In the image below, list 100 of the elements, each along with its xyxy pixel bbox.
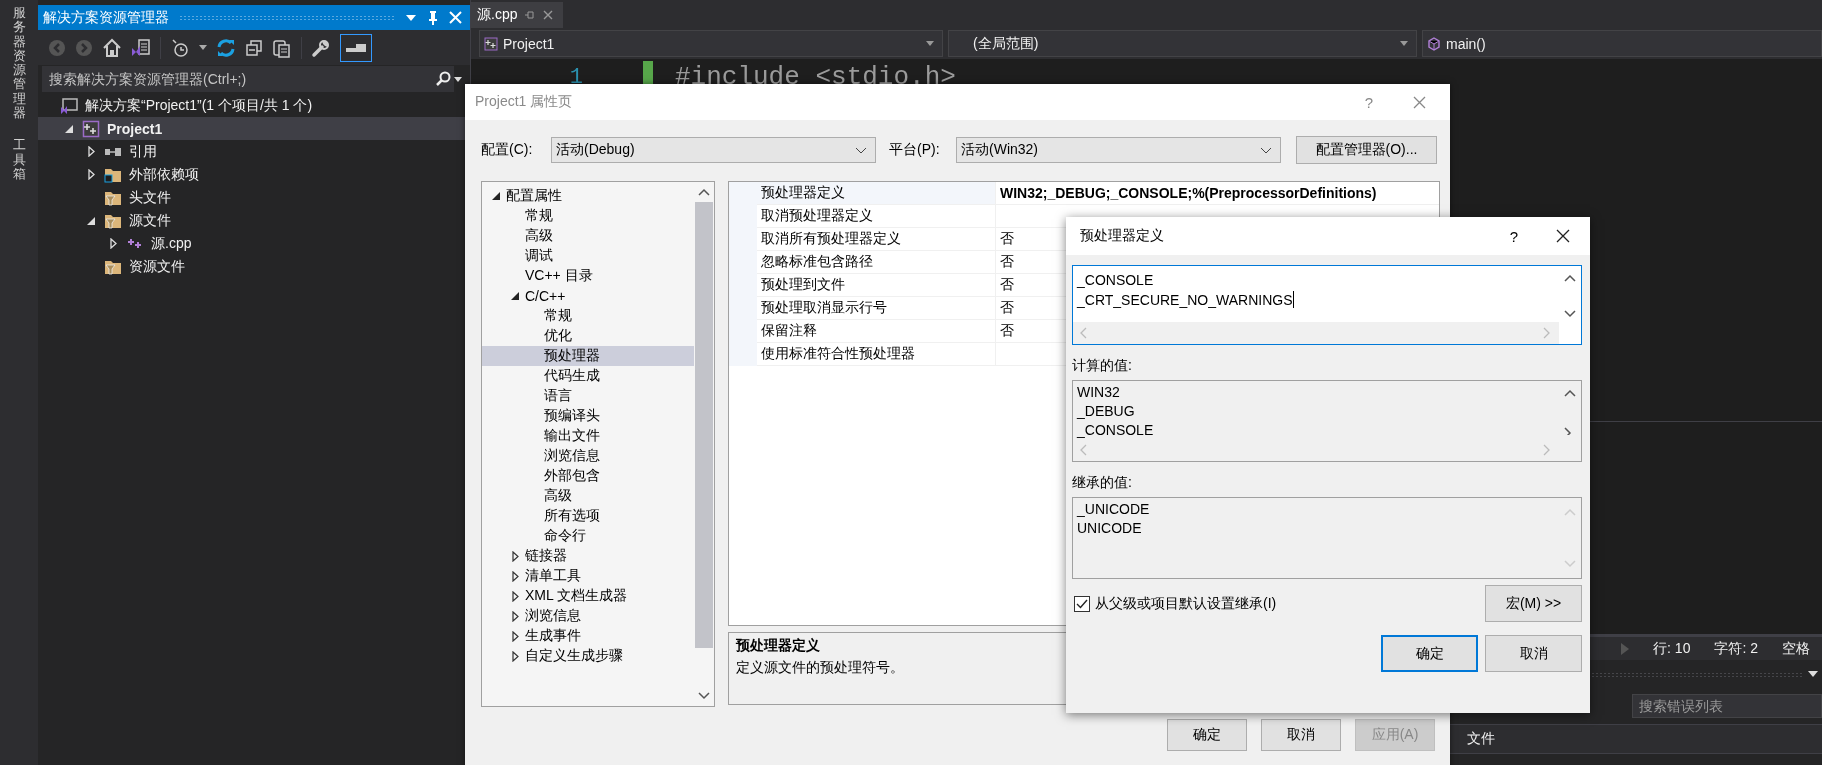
dialog-button[interactable]: 确定 [1167,719,1247,751]
definitions-field[interactable]: _CONSOLE _CRT_SECURE_NO_WARNINGS [1072,265,1582,345]
tree-item[interactable]: 生成事件 [482,626,694,646]
search-field[interactable]: 搜索解决方案资源管理器(Ctrl+;) [42,66,432,92]
document-icon[interactable] [131,37,151,58]
scroll-up-icon[interactable] [1564,389,1576,397]
side-tab[interactable]: 工具箱 [12,138,26,182]
close-icon[interactable] [1556,229,1570,243]
collapsed-arrow-icon[interactable] [511,570,519,582]
tree-item[interactable]: 预处理器 [482,346,694,366]
collapsed-arrow-icon[interactable] [511,630,519,642]
property-name[interactable]: 忽略标准包含路径 [757,251,996,274]
search-field[interactable]: 搜索错误列表 [1632,694,1822,718]
tree-item[interactable]: 源.cpp [38,232,470,255]
tree-item[interactable]: 外部包含 [482,466,694,486]
configuration-manager-button[interactable]: 配置管理器(O)... [1296,136,1437,164]
scroll-up-icon[interactable] [1564,274,1576,282]
field-label: 继承的值: [1072,474,1133,492]
clock-icon[interactable] [170,37,190,58]
tree-item[interactable]: 常规 [482,306,694,326]
collapsed-arrow-icon[interactable] [511,650,519,662]
dialog-button[interactable]: 取消 [1485,635,1582,672]
preview-icon[interactable] [346,43,366,52]
tree-item[interactable]: 浏览信息 [482,606,694,626]
computed-values-list: WIN32 _DEBUG _CONSOLE [1072,380,1582,462]
tree-item[interactable]: 所有选项 [482,506,694,526]
tree-item[interactable]: 引用 [38,140,470,163]
property-name[interactable]: 取消预处理器定义 [757,205,996,228]
checkbox-label[interactable]: 从父级或项目默认设置继承(I) [1095,594,1485,613]
home-icon[interactable] [102,37,122,58]
tree-item[interactable]: 调试 [482,246,694,266]
expanded-arrow-icon[interactable] [492,192,500,200]
collapsed-arrow-icon[interactable] [511,550,519,562]
tree-item[interactable]: 清单工具 [482,566,694,586]
tree-item[interactable]: XML 文档生成器 [482,586,694,606]
scrollbar-thumb[interactable] [695,202,713,648]
file-tab[interactable]: 源.cpp [471,2,564,28]
tree-item[interactable]: 自定义生成步骤 [482,646,694,666]
tree-item[interactable]: 头文件 [38,186,470,209]
status-text: 字符: 2 [1714,639,1758,658]
tree-item[interactable]: 解决方案“Project1”(1 个项目/共 1 个) [38,94,470,117]
collapsed-arrow-icon[interactable] [511,590,519,602]
pin-icon[interactable] [427,9,439,26]
tree-item[interactable]: 外部依赖项 [38,163,470,186]
tree-item[interactable]: 配置属性 [482,186,694,206]
caret-icon[interactable] [199,45,207,50]
wrench-icon[interactable] [311,37,331,58]
scroll-up-icon[interactable] [698,188,710,196]
project-icon [484,36,498,51]
help-button[interactable]: ? [1364,93,1373,111]
tree-item[interactable]: 高级 [482,226,694,246]
property-name[interactable]: 预处理到文件 [757,274,996,297]
description-title: 预处理器定义 [736,637,820,655]
dialog-button[interactable]: 取消 [1261,719,1341,751]
tree-item[interactable]: 命令行 [482,526,694,546]
expanded-arrow-icon[interactable] [65,124,73,133]
macros-button[interactable]: 宏(M) >> [1485,585,1582,622]
pin-icon[interactable] [525,10,536,20]
side-tab[interactable]: 服务器资源管理器 [12,6,26,121]
tree-item[interactable]: 常规 [482,206,694,226]
caret-icon[interactable] [454,76,462,82]
tree-item[interactable]: 源文件 [38,209,470,232]
tree-item[interactable]: 资源文件 [38,255,470,278]
search-icon[interactable] [432,66,454,92]
scroll-down-icon[interactable] [698,692,710,700]
tree-item[interactable]: 浏览信息 [482,446,694,466]
property-name[interactable]: 保留注释 [757,320,996,343]
expanded-arrow-icon[interactable] [511,292,519,300]
tree-item[interactable]: 预编译头 [482,406,694,426]
tree-item[interactable]: 优化 [482,326,694,346]
preview-toggle[interactable] [340,33,372,62]
tree-item[interactable]: 链接器 [482,546,694,566]
property-name[interactable]: 预处理取消显示行号 [757,297,996,320]
collapsed-arrow-icon[interactable] [511,610,519,622]
configuration-dropdown[interactable]: 活动(Debug) [551,137,876,163]
checkbox[interactable] [1074,595,1090,612]
refresh-icon[interactable] [216,37,236,58]
navigation-dropdown[interactable]: main() [1422,30,1822,57]
copy-icon[interactable] [272,37,292,58]
property-name[interactable]: 预处理器定义 [757,182,996,205]
property-name[interactable]: 取消所有预处理器定义 [757,228,996,251]
tree-item[interactable]: 高级 [482,486,694,506]
tree-item[interactable]: VC++ 目录 [482,266,694,286]
collapse-icon[interactable] [245,38,263,57]
property-name[interactable]: 使用标准符合性预处理器 [757,343,996,366]
platform-dropdown[interactable]: 活动(Win32) [956,137,1281,163]
tree-item[interactable]: 语言 [482,386,694,406]
tree-item[interactable]: 输出文件 [482,426,694,446]
help-button[interactable]: ? [1509,227,1518,245]
window-title: 预处理器定义 [1080,227,1165,245]
tree-item[interactable]: C/C++ [482,286,694,306]
property-value[interactable]: WIN32;_DEBUG;_CONSOLE;%(PreprocessorDefinitions) [996,182,1439,205]
dropdown-icon[interactable] [1808,671,1818,677]
navigation-dropdown[interactable]: Project1 [479,30,943,57]
expanded-arrow-icon[interactable] [87,216,95,225]
status-text: 行: 10 [1653,639,1691,658]
scroll-down-icon[interactable] [1564,310,1576,318]
tree-item[interactable]: 代码生成 [482,366,694,386]
navigation-dropdown[interactable]: (全局范围) [948,30,1417,57]
dialog-button[interactable]: 确定 [1381,635,1478,672]
